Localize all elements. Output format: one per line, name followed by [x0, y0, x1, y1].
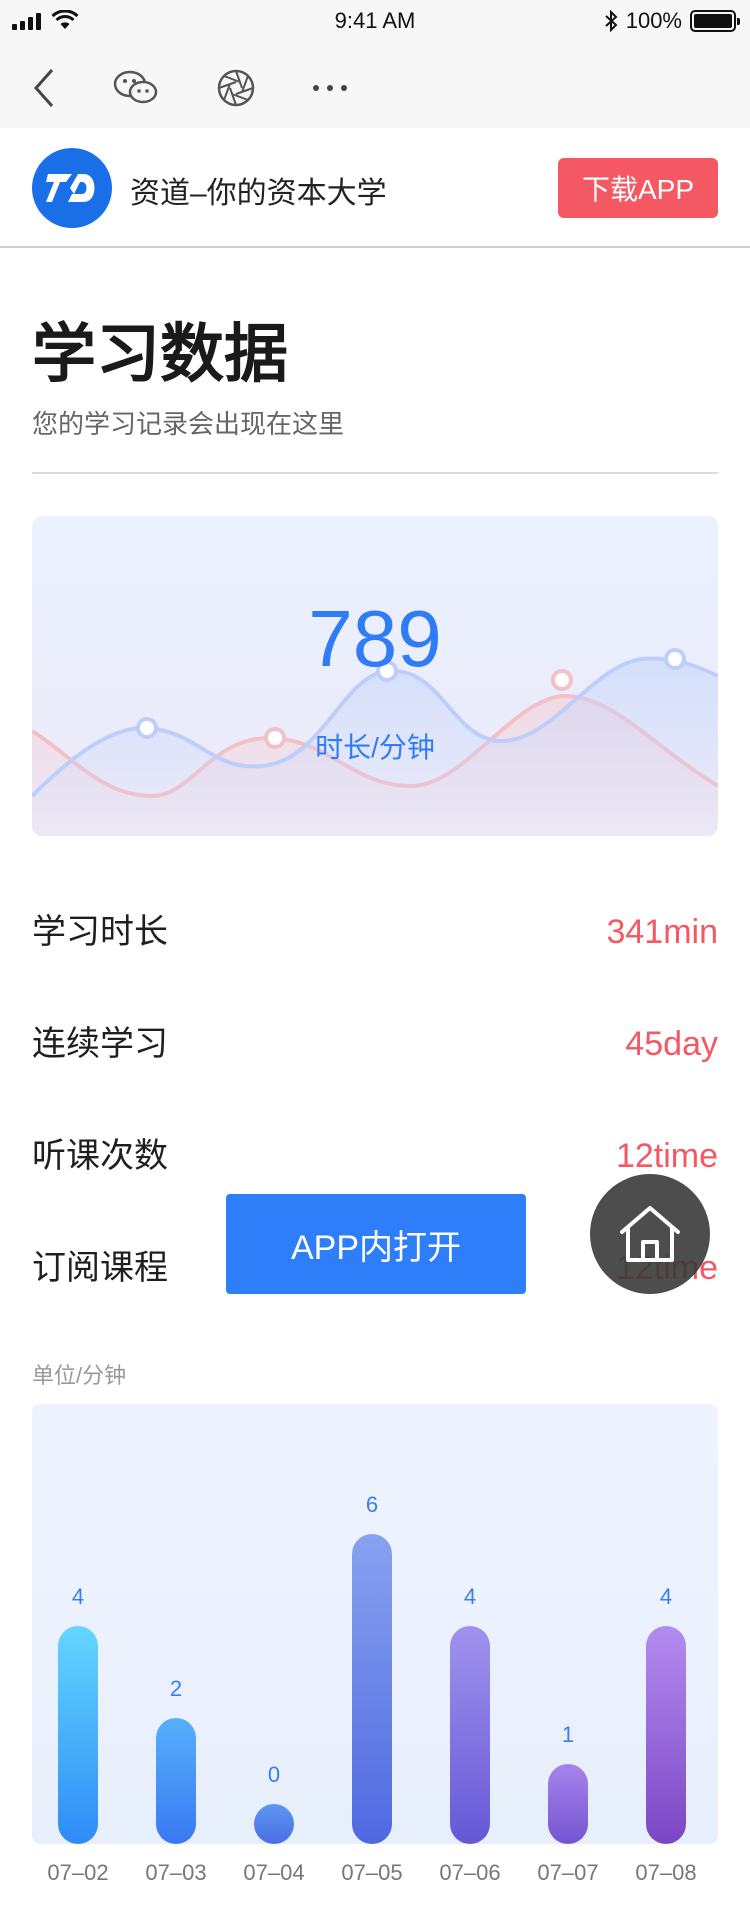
x-tick-label: 07–07 [537, 1860, 598, 1885]
x-tick-label: 07–03 [145, 1860, 206, 1885]
home-icon [620, 1206, 680, 1262]
app-logo [32, 148, 112, 228]
bar-3 [352, 1534, 392, 1844]
stat-row-lessons: 听课次数 12time [32, 1126, 718, 1186]
stat-row-study-time: 学习时长 341min [32, 902, 718, 962]
bar-value-label: 4 [464, 1584, 476, 1609]
summary-card: 789 时长/分钟 [32, 516, 718, 836]
stat-label: 听课次数 [32, 1137, 168, 1175]
bar-4 [450, 1626, 490, 1844]
x-tick-label: 07–08 [635, 1860, 696, 1885]
page-subtitle: 您的学习记录会出现在这里 [32, 409, 345, 439]
stat-label: 订阅课程 [32, 1249, 168, 1287]
battery-icon [690, 10, 740, 32]
bar-value-label: 6 [366, 1492, 378, 1517]
x-tick-label: 07–02 [47, 1860, 108, 1885]
home-button[interactable] [590, 1174, 710, 1294]
more-icon[interactable] [306, 64, 354, 112]
status-right: 100% [604, 8, 740, 34]
x-tick-label: 07–05 [341, 1860, 402, 1885]
stat-value: 45day [625, 1025, 718, 1063]
bluetooth-icon [605, 10, 618, 32]
daily-bar-chart: 4 07–02 2 07–03 0 07–04 6 07–05 4 07–06 1 07–07 4 07–… [32, 1404, 718, 1885]
bar-0 [58, 1626, 98, 1844]
bar-5 [548, 1764, 588, 1844]
bar-value-label: 1 [562, 1722, 574, 1747]
stat-row-streak: 连续学习 45day [32, 1014, 718, 1074]
stat-value: 341min [606, 913, 718, 951]
browser-toolbar [0, 44, 750, 128]
back-icon[interactable] [20, 64, 68, 112]
moments-icon[interactable] [212, 64, 260, 112]
open-in-app-button[interactable]: APP内打开 [226, 1194, 526, 1294]
total-minutes: 789 [308, 594, 442, 683]
page-title: 学习数据 [32, 318, 288, 390]
bar-value-label: 4 [660, 1584, 672, 1609]
divider [32, 472, 718, 474]
bar-1 [156, 1718, 196, 1844]
wechat-icon[interactable] [112, 64, 160, 112]
total-minutes-label: 时长/分钟 [315, 732, 435, 763]
battery-percent: 100% [625, 8, 682, 33]
bar-6 [646, 1626, 686, 1844]
status-bar: 9:41 AM 100% [0, 0, 750, 44]
bar-value-label: 2 [170, 1676, 182, 1701]
bar-value-label: 4 [72, 1584, 84, 1609]
bar-chart-svg: 4 07–02 2 07–03 0 07–04 6 07–05 4 07–06 1 07–07 4 07–… [47, 1492, 696, 1885]
x-tick-label: 07–06 [439, 1860, 500, 1885]
stat-label: 学习时长 [32, 913, 168, 951]
x-tick-label: 07–04 [243, 1860, 304, 1885]
app-name: 资道–你的资本大学 [130, 177, 387, 210]
bar-2 [254, 1804, 294, 1844]
chart-unit-label: 单位/分钟 [32, 1363, 127, 1388]
stat-label: 连续学习 [32, 1025, 168, 1063]
bar-value-label: 0 [268, 1762, 280, 1787]
app-download-banner: 资道–你的资本大学 下载APP [0, 128, 750, 248]
download-app-button[interactable]: 下载APP [558, 158, 718, 218]
